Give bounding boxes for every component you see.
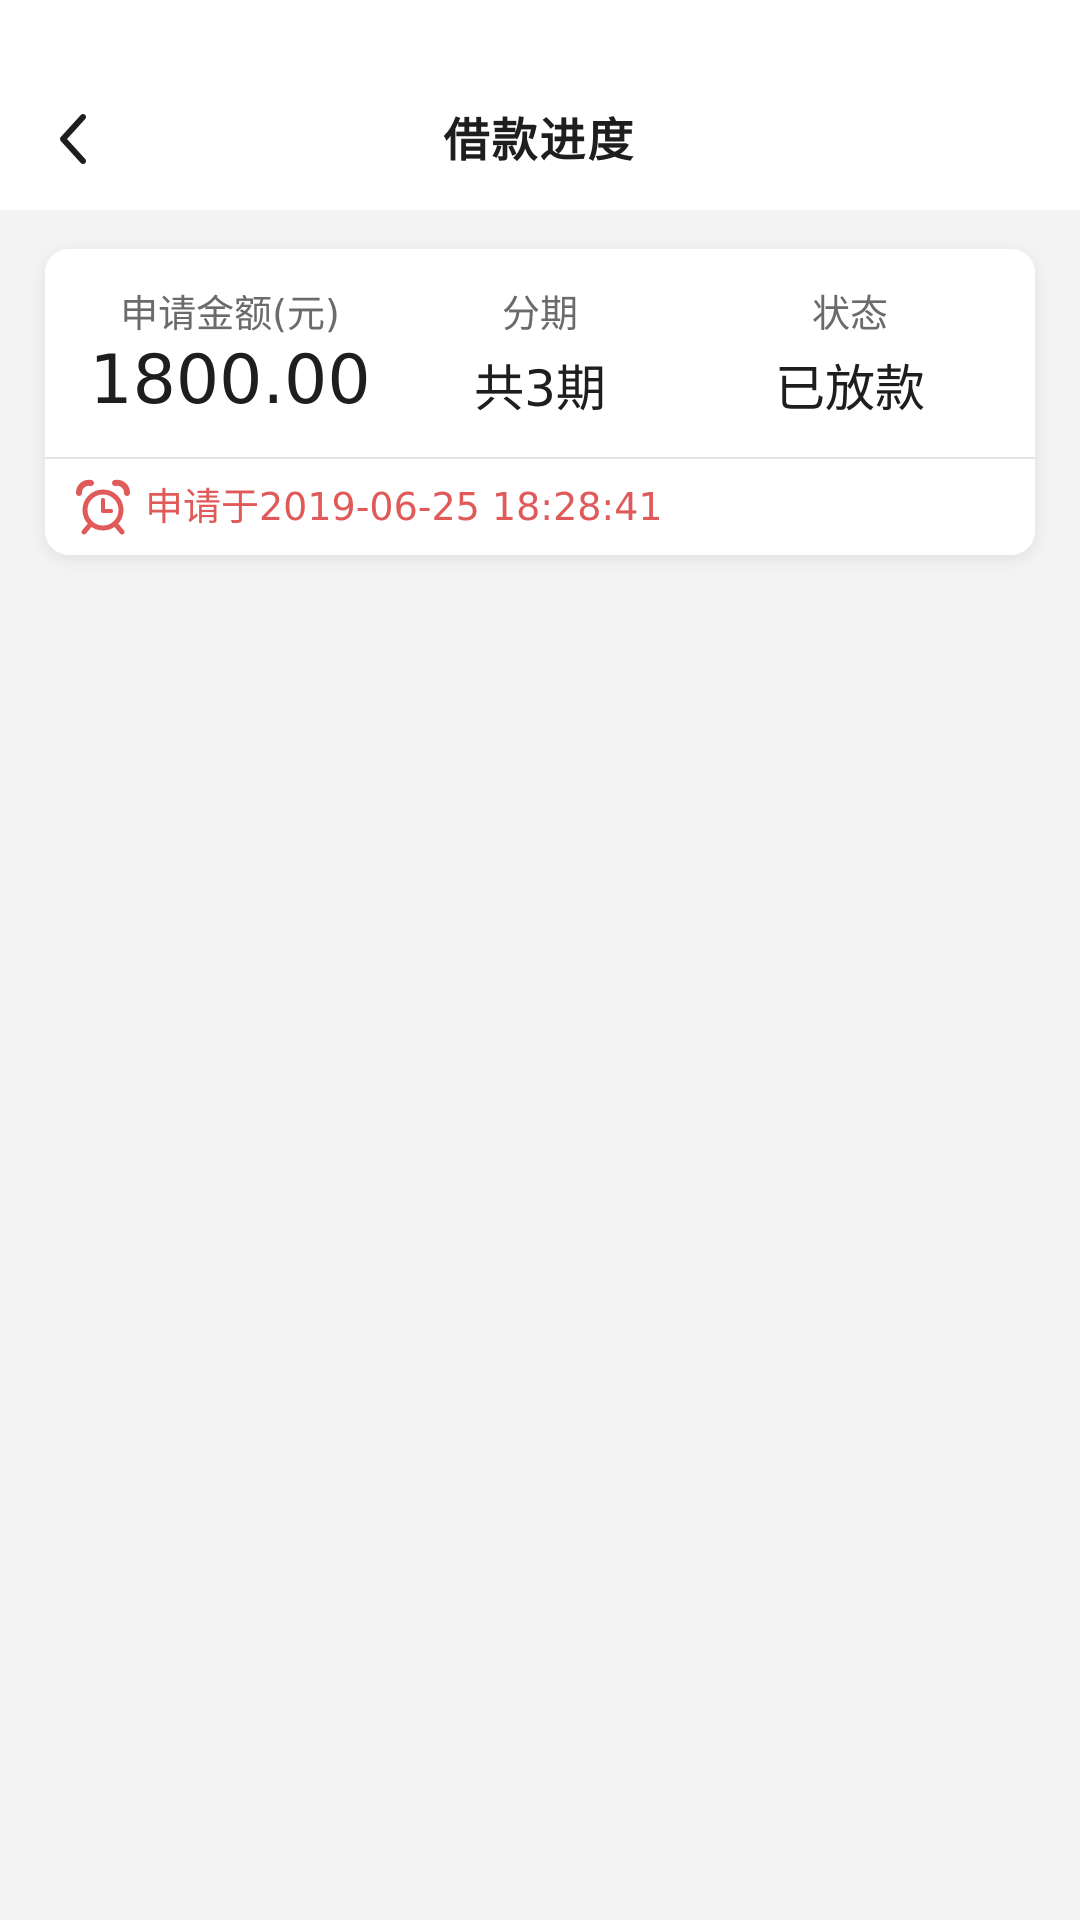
status-bar	[0, 0, 1080, 70]
alarm-clock-icon	[76, 479, 130, 535]
page-title: 借款进度	[444, 113, 636, 167]
loan-summary: 申请金额(元) 1800.00 分期 共3期 状态 已放款	[45, 249, 1035, 459]
status-column: 状态 已放款	[665, 249, 1035, 459]
apply-time-text: 申请于2019-06-25 18:28:41	[145, 485, 663, 529]
nav-bar: 借款进度	[0, 70, 1080, 210]
apply-time-row: 申请于2019-06-25 18:28:41	[45, 459, 1035, 555]
status-value: 已放款	[775, 360, 925, 418]
loan-progress-card: 申请金额(元) 1800.00 分期 共3期 状态 已放款 申请于2019-06…	[45, 249, 1035, 555]
status-label: 状态	[811, 292, 888, 336]
